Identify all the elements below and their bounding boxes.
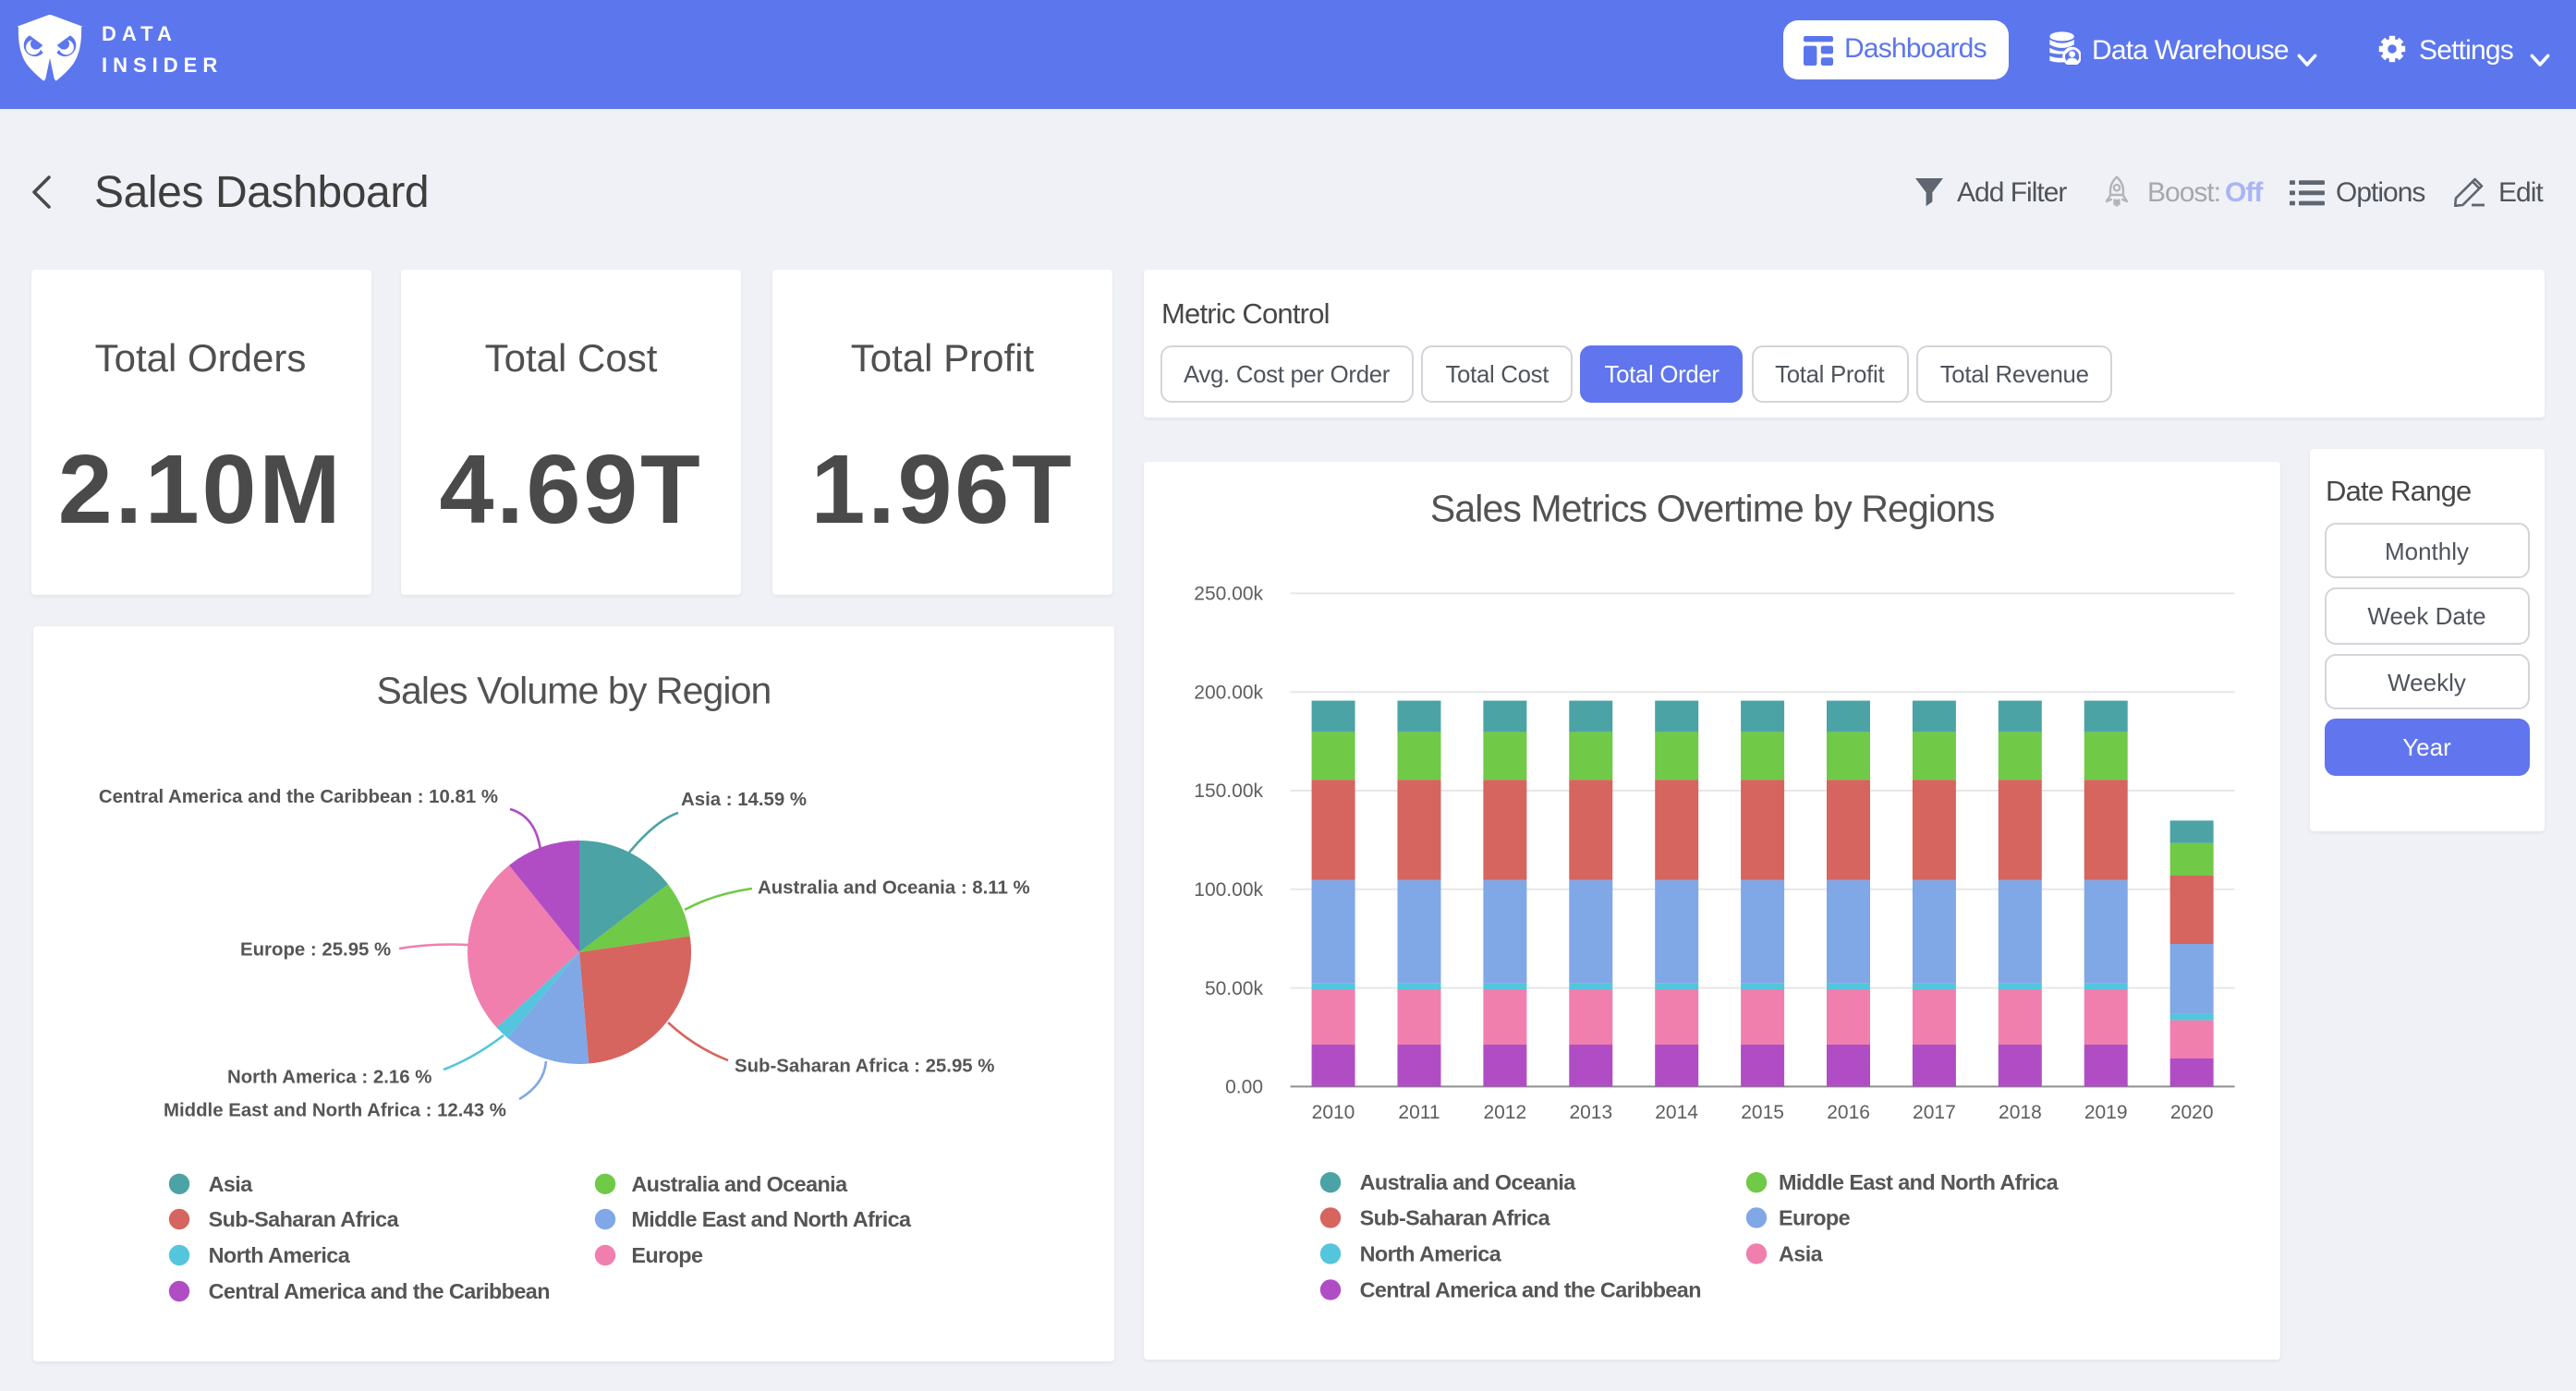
svg-text:Australia and Oceania : 8.11 %: Australia and Oceania : 8.11 % bbox=[757, 877, 1029, 898]
svg-text:North America: North America bbox=[208, 1242, 350, 1266]
svg-text:Middle East and North Africa :: Middle East and North Africa : 12.43 % bbox=[163, 1100, 505, 1120]
svg-text:2012: 2012 bbox=[1482, 1103, 1525, 1124]
svg-text:100.00k: 100.00k bbox=[1193, 880, 1262, 901]
svg-text:Europe: Europe bbox=[630, 1242, 702, 1266]
svg-text:Asia: Asia bbox=[208, 1171, 253, 1195]
svg-text:Central America and the Caribb: Central America and the Caribbean : 10.8… bbox=[98, 786, 497, 806]
svg-text:Europe : 25.95 %: Europe : 25.95 % bbox=[239, 939, 390, 960]
svg-text:Sales Metrics Overtime by Regi: Sales Metrics Overtime by Regions bbox=[1429, 488, 1994, 530]
svg-text:200.00k: 200.00k bbox=[1193, 683, 1262, 704]
svg-text:Europe: Europe bbox=[1778, 1206, 1850, 1230]
svg-text:Middle East and North Africa: Middle East and North Africa bbox=[1778, 1171, 2059, 1195]
svg-text:2020: 2020 bbox=[2169, 1103, 2213, 1124]
svg-text:0.00: 0.00 bbox=[1224, 1077, 1262, 1098]
svg-text:Australia and Oceania: Australia and Oceania bbox=[630, 1171, 847, 1195]
svg-text:2015: 2015 bbox=[1740, 1103, 1783, 1124]
svg-text:Australia and Oceania: Australia and Oceania bbox=[1359, 1171, 1576, 1195]
svg-text:Sub-Saharan Africa: Sub-Saharan Africa bbox=[1359, 1206, 1550, 1230]
svg-text:Central America and the Caribb: Central America and the Caribbean bbox=[1359, 1278, 1700, 1302]
svg-text:2014: 2014 bbox=[1654, 1103, 1697, 1124]
svg-text:Sub-Saharan Africa: Sub-Saharan Africa bbox=[208, 1206, 399, 1230]
svg-text:Central America and the Caribb: Central America and the Caribbean bbox=[208, 1278, 549, 1302]
svg-text:2016: 2016 bbox=[1826, 1103, 1869, 1124]
svg-text:North America: North America bbox=[1359, 1242, 1501, 1266]
svg-text:2018: 2018 bbox=[1998, 1103, 2041, 1124]
svg-text:2019: 2019 bbox=[2084, 1103, 2127, 1124]
svg-text:2010: 2010 bbox=[1311, 1103, 1355, 1124]
svg-text:North America : 2.16 %: North America : 2.16 % bbox=[226, 1066, 431, 1086]
svg-text:Asia: Asia bbox=[1778, 1242, 1823, 1266]
svg-text:Middle East and North Africa: Middle East and North Africa bbox=[630, 1206, 911, 1230]
svg-text:Sales Volume by Region: Sales Volume by Region bbox=[376, 669, 771, 711]
svg-text:150.00k: 150.00k bbox=[1193, 781, 1262, 803]
svg-text:2011: 2011 bbox=[1397, 1103, 1439, 1124]
svg-text:Sub-Saharan Africa : 25.95 %: Sub-Saharan Africa : 25.95 % bbox=[734, 1055, 993, 1075]
svg-text:2017: 2017 bbox=[1912, 1103, 1955, 1124]
svg-text:50.00k: 50.00k bbox=[1204, 978, 1263, 999]
svg-text:2013: 2013 bbox=[1568, 1103, 1611, 1124]
svg-text:Asia : 14.59 %: Asia : 14.59 % bbox=[680, 789, 806, 809]
svg-text:250.00k: 250.00k bbox=[1193, 584, 1262, 605]
